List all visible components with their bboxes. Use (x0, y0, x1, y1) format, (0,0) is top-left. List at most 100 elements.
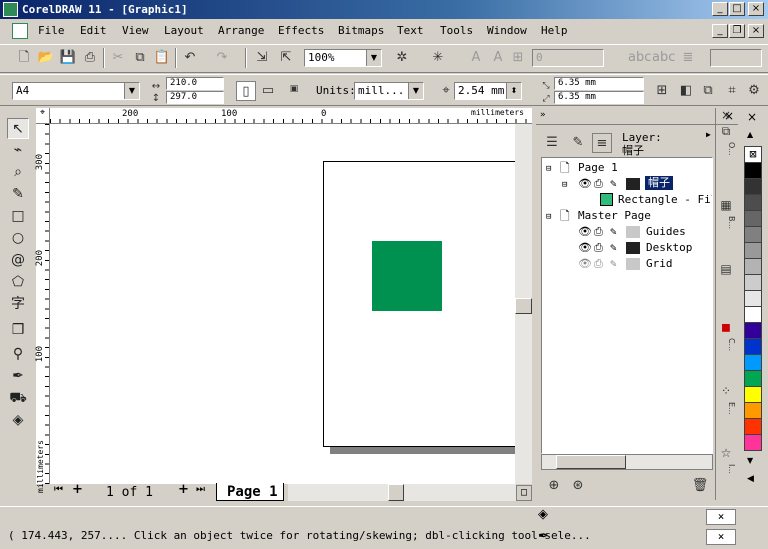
editable-pencil-icon[interactable]: ✎ (610, 225, 617, 239)
printable-icon[interactable]: ⎙ (594, 225, 603, 239)
hidden-eye-icon[interactable]: 👁 (578, 257, 592, 271)
palette-swatch[interactable] (744, 195, 762, 211)
interactive-blend-tool-icon[interactable]: ❒ (7, 320, 29, 341)
coreldraw-app-icon[interactable] (3, 2, 18, 17)
outline-tool-icon[interactable]: ✒ (7, 366, 29, 387)
corel-online-icon[interactable]: ✳ (428, 48, 448, 68)
tab-insert[interactable]: I... (716, 464, 736, 474)
save-icon[interactable]: 💾 (58, 48, 78, 68)
new-master-layer-icon[interactable]: ⊛ (568, 476, 588, 496)
chevron-down-icon[interactable]: ▼ (408, 83, 423, 99)
tree-desktop-layer[interactable]: Desktop (646, 241, 692, 255)
eyedropper-tool-icon[interactable]: ⚲ (7, 344, 29, 365)
text-object-icon[interactable]: ⊞ (508, 48, 528, 68)
spell-check-icon[interactable]: abc (628, 48, 651, 68)
visible-eye-icon[interactable]: 👁 (578, 177, 592, 191)
duplicate-x-field[interactable]: 6.35 mm (554, 77, 644, 90)
options-icon[interactable]: ⚙ (744, 81, 764, 101)
print-icon[interactable]: ⎙ (80, 48, 100, 68)
tab-bitmap[interactable]: B... (716, 216, 736, 229)
no-fill-swatch[interactable]: ⊠ (744, 146, 762, 163)
tree-grid-layer[interactable]: Grid (646, 257, 673, 271)
printable-icon[interactable]: ⎙ (594, 257, 603, 271)
nudge-offset-field[interactable]: 2.54 mm ⬍ (454, 82, 522, 100)
editable-pencil-icon[interactable]: ✎ (610, 257, 617, 271)
add-page-before-icon[interactable]: + (72, 482, 83, 497)
tree-page-1[interactable]: Page 1 (578, 161, 618, 175)
zoom-tool-icon[interactable]: ⌕ (7, 162, 29, 183)
drawing-canvas[interactable] (50, 124, 515, 484)
doc-minimize-button[interactable]: _ (712, 24, 728, 38)
tab-object-manager[interactable]: O... (716, 142, 736, 156)
redo-icon[interactable]: ↷ (212, 48, 232, 68)
paste-icon[interactable]: 📋 (152, 48, 172, 68)
palette-swatch[interactable] (744, 163, 762, 179)
undo-icon[interactable]: ↶ (180, 48, 200, 68)
page-tab[interactable]: Page 1 (216, 483, 284, 501)
chevron-down-icon[interactable]: ▼ (366, 50, 381, 66)
palette-swatch[interactable] (744, 435, 762, 451)
text-edit-icon[interactable]: A (488, 48, 508, 68)
font-size-field[interactable]: 0 (532, 49, 604, 67)
units-select[interactable]: mill... ▼ (354, 82, 424, 100)
layer-manager-view-icon[interactable]: ≡ (592, 133, 612, 153)
palette-swatch[interactable] (744, 259, 762, 275)
minimize-button[interactable]: _ (712, 2, 728, 16)
expand-icon[interactable]: ⊟ (562, 178, 567, 192)
visible-eye-icon[interactable]: 👁 (578, 225, 592, 239)
palette-scroll-up-icon[interactable]: ▲ (747, 130, 753, 139)
portrait-icon[interactable]: ▯ (236, 81, 256, 101)
new-document-icon[interactable]: 🗋 (14, 48, 34, 68)
palette-swatch[interactable] (744, 291, 762, 307)
snap-to-grid-icon[interactable]: ⊞ (652, 81, 672, 101)
ruler-origin[interactable]: ⌖ (36, 108, 50, 124)
color-tab-icon[interactable]: ◼ (716, 321, 736, 333)
spiral-tool-icon[interactable]: @ (7, 250, 29, 271)
ellipse-tool-icon[interactable]: ○ (7, 228, 29, 249)
menu-file[interactable]: File (38, 24, 65, 37)
horizontal-ruler[interactable]: 200 100 0 millimeters (50, 108, 532, 124)
insert-tab-icon[interactable]: ☆ (716, 447, 736, 459)
zoom-level-select[interactable]: 100% ▼ (304, 49, 382, 67)
printable-icon[interactable]: ⎙ (594, 241, 603, 255)
expand-icon[interactable]: ⊟ (546, 162, 551, 176)
vertical-scrollbar[interactable] (515, 124, 532, 484)
spinner-icon[interactable]: ⬍ (506, 83, 521, 99)
horizontal-scroll-thumb[interactable] (388, 484, 404, 501)
tree-guides-layer[interactable]: Guides (646, 225, 686, 239)
palette-swatch[interactable] (744, 403, 762, 419)
visible-eye-icon[interactable]: 👁 (578, 241, 592, 255)
editable-pencil-icon[interactable]: ✎ (610, 177, 617, 191)
edit-across-layers-icon[interactable]: ✎ (568, 133, 588, 153)
delete-layer-icon[interactable]: 🗑 (690, 476, 710, 496)
chevron-down-icon[interactable]: ▼ (124, 83, 139, 99)
shape-tool-icon[interactable]: ⌁ (7, 140, 29, 161)
text-align-icon[interactable]: ≣ (678, 48, 698, 68)
first-page-icon[interactable]: ⏮ (54, 484, 63, 495)
docker-scroll-thumb[interactable] (556, 455, 626, 469)
fill-tool-icon[interactable]: ⛟ (7, 388, 29, 409)
show-properties-icon[interactable]: ☰ (542, 133, 562, 153)
palette-swatch[interactable] (744, 419, 762, 435)
palette-swatch[interactable] (744, 355, 762, 371)
palette-swatch[interactable] (744, 211, 762, 227)
document-icon[interactable] (12, 23, 28, 39)
palette-swatch[interactable] (744, 339, 762, 355)
duplicate-y-field[interactable]: 6.35 mm (554, 91, 644, 104)
open-icon[interactable]: 📂 (36, 48, 56, 68)
palette-swatch[interactable] (744, 323, 762, 339)
menu-bitmaps[interactable]: Bitmaps (338, 24, 384, 37)
application-launcher-icon[interactable]: ✲ (392, 48, 412, 68)
tree-master-page[interactable]: Master Page (578, 209, 651, 223)
last-page-icon[interactable]: ⏭ (196, 484, 205, 495)
object-manager-tab-icon[interactable]: ⧉ (716, 125, 736, 137)
menu-help[interactable]: Help (541, 24, 568, 37)
horizontal-scrollbar[interactable] (288, 484, 516, 501)
tab-effects[interactable]: E... (716, 402, 736, 415)
palette-swatch[interactable] (744, 387, 762, 403)
menu-edit[interactable]: Edit (80, 24, 107, 37)
palette-scroll-down-icon[interactable]: ▼ (747, 456, 753, 465)
pick-tool-icon[interactable]: ↖ (7, 118, 29, 139)
basic-shapes-tool-icon[interactable]: ⬠ (7, 272, 29, 293)
doc-close-button[interactable]: × (748, 24, 764, 38)
